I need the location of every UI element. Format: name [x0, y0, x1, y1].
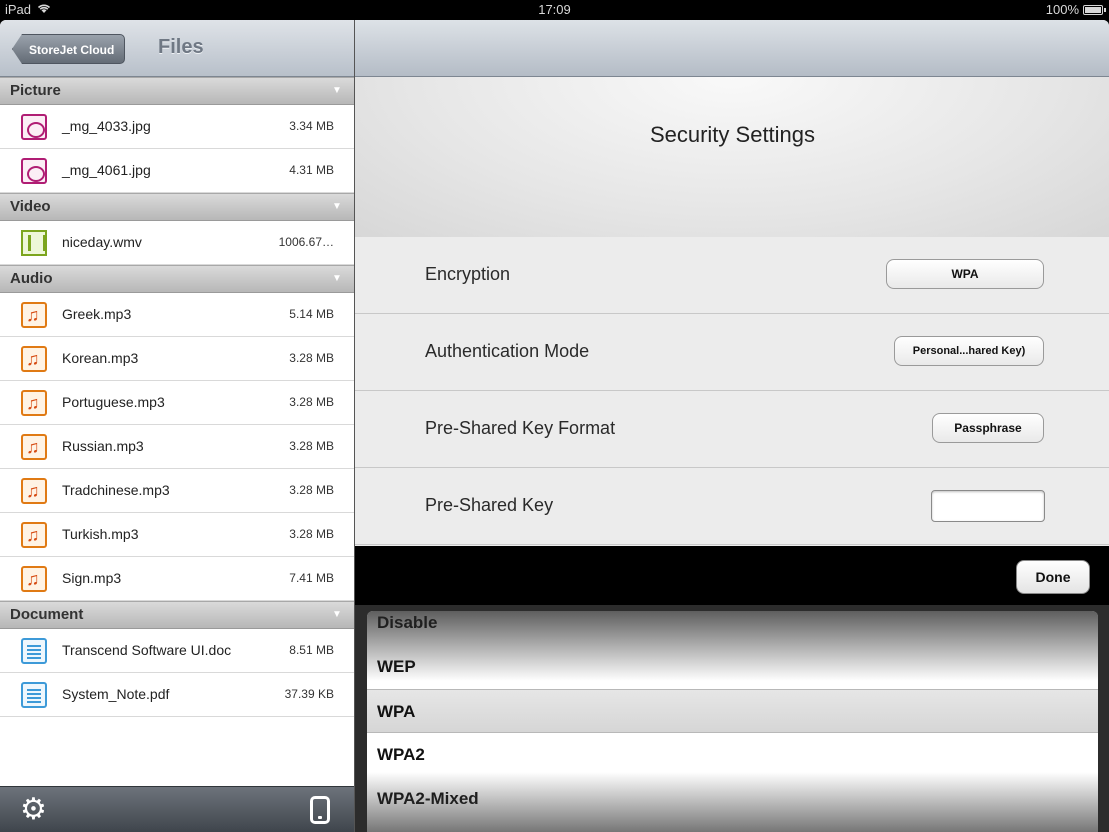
- battery-percent: 100%: [1045, 2, 1079, 17]
- picture-icon: [21, 158, 47, 184]
- status-bar: iPad 17:09 100%: [0, 0, 1109, 20]
- file-size: 7.41 MB: [289, 571, 334, 585]
- file-row[interactable]: _mg_4061.jpg 4.31 MB: [0, 149, 354, 193]
- chevron-down-icon[interactable]: ▼: [332, 202, 342, 212]
- file-row[interactable]: _mg_4033.jpg 3.34 MB: [0, 105, 354, 149]
- section-header-document[interactable]: Document ▼: [0, 601, 354, 629]
- encryption-selector[interactable]: WPA: [886, 259, 1044, 289]
- audio-icon: [21, 434, 47, 460]
- settings-header: [355, 77, 1109, 237]
- file-name: Russian.mp3: [62, 438, 144, 454]
- file-name: Tradchinese.mp3: [62, 482, 170, 498]
- file-size: 3.28 MB: [289, 351, 334, 365]
- files-navbar: StoreJet Cloud Files: [0, 20, 354, 77]
- chevron-down-icon[interactable]: ▼: [332, 86, 342, 96]
- done-button[interactable]: Done: [1016, 560, 1090, 594]
- file-row[interactable]: niceday.wmv 1006.67…: [0, 221, 354, 265]
- setting-row-psk: Pre-Shared Key: [355, 468, 1109, 545]
- file-name: Korean.mp3: [62, 350, 139, 366]
- audio-icon: [21, 390, 47, 416]
- section-header-audio[interactable]: Audio ▼: [0, 265, 354, 293]
- file-row[interactable]: Tradchinese.mp3 3.28 MB: [0, 469, 354, 513]
- encryption-label: Encryption: [425, 264, 511, 284]
- device-icon[interactable]: [310, 796, 330, 824]
- auth-mode-selector[interactable]: Personal...hared Key): [894, 336, 1044, 366]
- auth-mode-label: Authentication Mode: [425, 341, 590, 361]
- file-name: Transcend Software UI.doc: [62, 642, 232, 658]
- battery-icon: [1083, 4, 1106, 15]
- file-row[interactable]: Portuguese.mp3 3.28 MB: [0, 381, 354, 425]
- file-row[interactable]: System_Note.pdf 37.39 KB: [0, 673, 354, 717]
- file-name: Greek.mp3: [62, 306, 132, 322]
- file-size: 3.28 MB: [289, 439, 334, 453]
- file-size: 3.34 MB: [289, 119, 334, 133]
- document-icon: [21, 638, 47, 664]
- files-title: Files: [158, 36, 204, 58]
- file-row[interactable]: Sign.mp3 7.41 MB: [0, 557, 354, 601]
- file-row[interactable]: Russian.mp3 3.28 MB: [0, 425, 354, 469]
- file-name: Turkish.mp3: [62, 526, 139, 542]
- file-name: Sign.mp3: [62, 570, 122, 586]
- file-name: Portuguese.mp3: [62, 394, 165, 410]
- audio-icon: [21, 478, 47, 504]
- files-pane: StoreJet Cloud Files Picture ▼ _mg_4033.…: [0, 20, 354, 832]
- settings-navbar: [355, 20, 1109, 77]
- picker-option[interactable]: Disable: [367, 611, 1098, 645]
- picker-wheel[interactable]: Disable WEP WPA WPA2 WPA2-Mixed: [367, 611, 1098, 832]
- file-name: niceday.wmv: [62, 234, 142, 250]
- gear-icon[interactable]: ⚙: [20, 795, 47, 825]
- chevron-down-icon[interactable]: ▼: [332, 610, 342, 620]
- bottom-toolbar: ⚙: [0, 786, 354, 832]
- page-title: Security Settings: [649, 122, 816, 147]
- file-row[interactable]: Korean.mp3 3.28 MB: [0, 337, 354, 381]
- document-icon: [21, 682, 47, 708]
- file-row[interactable]: Transcend Software UI.doc 8.51 MB: [0, 629, 354, 673]
- picture-icon: [21, 114, 47, 140]
- section-header-video[interactable]: Video ▼: [0, 193, 354, 221]
- picker-option[interactable]: WEP: [367, 645, 1098, 689]
- setting-row-psk-format: Pre-Shared Key Format Passphrase: [355, 391, 1109, 468]
- psk-label: Pre-Shared Key: [425, 495, 554, 515]
- video-icon: [21, 230, 47, 256]
- psk-format-selector[interactable]: Passphrase: [932, 413, 1044, 443]
- section-title: Picture: [10, 82, 61, 99]
- back-button[interactable]: StoreJet Cloud: [12, 34, 126, 64]
- psk-field[interactable]: [931, 490, 1045, 522]
- file-name: System_Note.pdf: [62, 686, 170, 702]
- picker-option[interactable]: WPA2-Mixed: [367, 777, 1098, 821]
- section-title: Video: [10, 198, 51, 215]
- file-list: Picture ▼ _mg_4033.jpg 3.34 MB _mg_4061.…: [0, 77, 354, 717]
- file-name: _mg_4033.jpg: [62, 118, 151, 134]
- file-size: 8.51 MB: [289, 643, 334, 657]
- file-size: 1006.67…: [278, 235, 334, 249]
- audio-icon: [21, 346, 47, 372]
- file-size: 4.31 MB: [289, 163, 334, 177]
- file-size: 3.28 MB: [289, 395, 334, 409]
- file-size: 37.39 KB: [284, 687, 334, 701]
- audio-icon: [21, 302, 47, 328]
- audio-icon: [21, 566, 47, 592]
- picker-toolbar: Done: [355, 546, 1109, 605]
- settings-pane: Security Settings Encryption WPA Authent…: [354, 20, 1109, 832]
- chevron-down-icon[interactable]: ▼: [332, 274, 342, 284]
- audio-icon: [21, 522, 47, 548]
- picker-option-selected[interactable]: WPA: [367, 689, 1098, 733]
- setting-row-encryption: Encryption WPA: [355, 237, 1109, 314]
- file-size: 3.28 MB: [289, 527, 334, 541]
- picker-option[interactable]: WPA2: [367, 733, 1098, 777]
- file-size: 3.28 MB: [289, 483, 334, 497]
- file-row[interactable]: Turkish.mp3 3.28 MB: [0, 513, 354, 557]
- section-header-picture[interactable]: Picture ▼: [0, 77, 354, 105]
- file-name: _mg_4061.jpg: [62, 162, 151, 178]
- file-row[interactable]: Greek.mp3 5.14 MB: [0, 293, 354, 337]
- status-time: 17:09: [538, 2, 571, 17]
- section-title: Document: [10, 606, 84, 623]
- psk-format-label: Pre-Shared Key Format: [425, 418, 616, 438]
- encryption-picker[interactable]: Disable WEP WPA WPA2 WPA2-Mixed: [355, 605, 1109, 832]
- setting-row-auth-mode: Authentication Mode Personal...hared Key…: [355, 314, 1109, 391]
- file-size: 5.14 MB: [289, 307, 334, 321]
- section-title: Audio: [10, 270, 53, 287]
